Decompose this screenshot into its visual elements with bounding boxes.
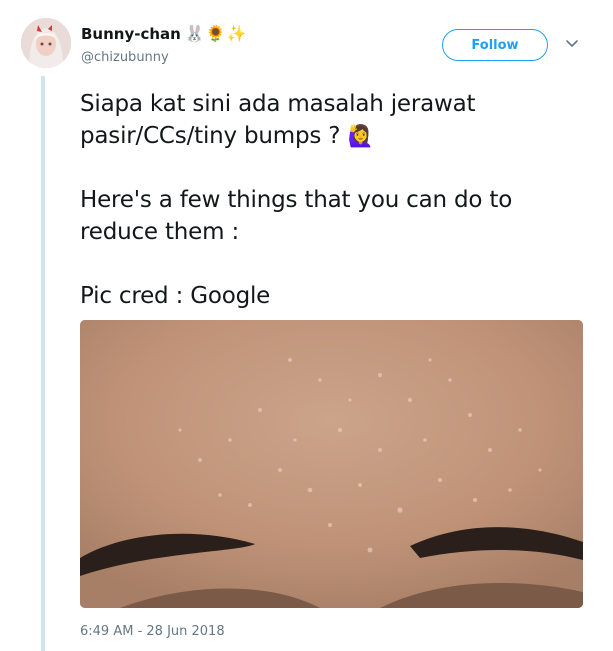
name-emojis: 🐰🌻✨ xyxy=(184,24,248,43)
raising-hand-emoji: 🙋‍♀️ xyxy=(347,124,374,148)
tweet-photo[interactable] xyxy=(80,320,583,608)
tweet-line-3: Here's a few things that you can do to xyxy=(80,187,513,213)
tweet-line-5: Pic cred : Google xyxy=(80,283,271,309)
user-handle[interactable]: @chizubunny xyxy=(81,50,169,65)
tweet-line-2: pasir/CCs/tiny bumps ? xyxy=(80,123,348,149)
avatar-image xyxy=(21,18,71,68)
avatar[interactable] xyxy=(21,18,71,68)
chevron-down-icon[interactable] xyxy=(565,36,579,50)
forehead-photo xyxy=(80,320,583,608)
display-name-text[interactable]: Bunny-chan xyxy=(81,25,181,43)
display-name[interactable]: Bunny-chan 🐰🌻✨ xyxy=(81,24,248,43)
tweet-text: Siapa kat sini ada masalah jerawat pasir… xyxy=(80,88,585,312)
follow-button[interactable]: Follow xyxy=(442,29,548,61)
tweet-timestamp[interactable]: 6:49 AM - 28 Jun 2018 xyxy=(80,624,225,639)
thread-connector-line xyxy=(41,76,45,651)
tweet-line-1: Siapa kat sini ada masalah jerawat xyxy=(80,91,476,117)
tweet-line-4: reduce them : xyxy=(80,219,239,245)
